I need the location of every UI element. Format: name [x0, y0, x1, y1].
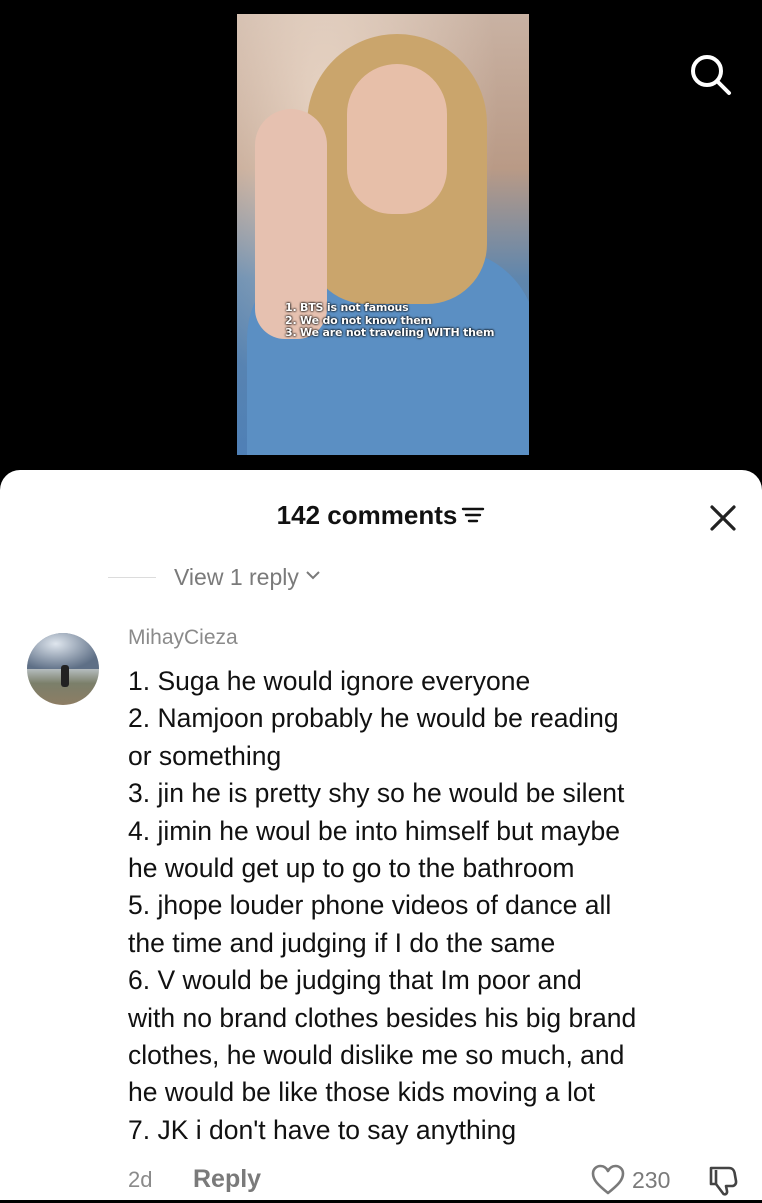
video-caption-line: 1. BTS is not famous [285, 301, 409, 314]
comments-sheet: 142 comments View 1 reply MihayCieza 1. … [0, 470, 762, 1200]
avatar-sky [27, 633, 99, 669]
comment-timestamp: 2d [128, 1167, 153, 1192]
video-player[interactable]: 1. BTS is not famous 2. We do not know t… [237, 14, 529, 455]
avatar-person [61, 665, 69, 687]
comment-text: 1. Suga he would ignore everyone 2. Namj… [128, 663, 758, 1149]
avatar[interactable] [27, 633, 99, 705]
divider [108, 576, 156, 578]
comment-line: clothes, he would dislike me so much, an… [128, 1040, 625, 1071]
view-replies-label: View 1 reply [174, 563, 299, 590]
heart-icon[interactable] [590, 1162, 626, 1198]
comment-line: he would be like those kids moving a lot [128, 1077, 595, 1108]
filter-icon[interactable] [461, 502, 485, 533]
video-person-face [347, 64, 447, 214]
comment-line: or something [128, 740, 282, 771]
comment-line: he would get up to go to the bathroom [128, 853, 575, 884]
reply-button[interactable]: Reply [193, 1165, 261, 1194]
comment-line: with no brand clothes besides his big br… [128, 1002, 637, 1033]
comment-line: 3. jin he is pretty shy so he would be s… [128, 778, 625, 809]
comments-count-title: 142 comments [276, 500, 458, 530]
view-replies-link[interactable]: View 1 reply [108, 562, 321, 592]
chevron-down-icon [305, 568, 321, 586]
video-caption-line: 3. We are not traveling WITH them [285, 326, 495, 339]
comment-username[interactable]: MihayCieza [128, 626, 238, 650]
comment-line: 2. Namjoon probably he would be reading [128, 703, 619, 734]
thumbs-down-icon[interactable] [705, 1162, 741, 1198]
search-icon[interactable] [688, 52, 732, 96]
comment-line: 4. jimin he woul be into himself but may… [128, 815, 620, 846]
comments-header: 142 comments [0, 500, 762, 533]
like-count: 230 [632, 1167, 671, 1193]
comment-line: 6. V would be judging that Im poor and [128, 965, 582, 996]
close-icon[interactable] [703, 498, 743, 538]
comment-line: 5. jhope louder phone videos of dance al… [128, 890, 612, 921]
video-caption: 1. BTS is not famous 2. We do not know t… [285, 301, 525, 340]
comment-line: the time and judging if I do the same [128, 927, 556, 958]
comment-line: 7. JK i don't have to say anything [128, 1114, 517, 1145]
comment-line: 1. Suga he would ignore everyone [128, 666, 531, 696]
